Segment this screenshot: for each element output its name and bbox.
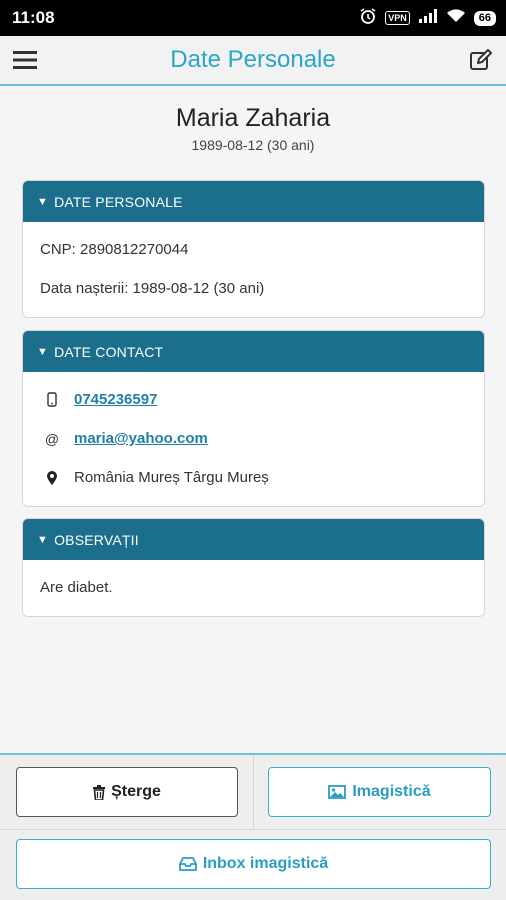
wifi-icon xyxy=(446,8,466,29)
imaging-button[interactable]: Imagistică xyxy=(268,767,491,817)
notes-text: Are diabet. xyxy=(40,579,113,596)
contact-card: ▼ DATE CONTACT 0745236597 @ maria@yahoo.… xyxy=(22,330,485,507)
inbox-imaging-button[interactable]: Inbox imagistică xyxy=(16,839,491,889)
notes-card: ▼ OBSERVAȚII Are diabet. xyxy=(22,518,485,617)
signal-icon xyxy=(418,8,438,29)
divider xyxy=(0,829,506,830)
status-icons: VPN 66 xyxy=(359,7,496,30)
imaging-button-label: Imagistică xyxy=(352,783,431,800)
notes-title: OBSERVAȚII xyxy=(54,531,139,548)
contact-title: DATE CONTACT xyxy=(54,343,164,360)
profile-header: Maria Zaharia 1989-08-12 (30 ani) xyxy=(0,86,506,182)
personal-data-header[interactable]: ▼ DATE PERSONALE xyxy=(23,181,484,222)
address-row: România Mureș Târgu Mureș xyxy=(23,458,484,497)
collapse-triangle-icon: ▼ xyxy=(37,533,49,546)
vpn-badge: VPN xyxy=(385,11,410,25)
battery-badge: 66 xyxy=(473,10,496,26)
image-icon xyxy=(328,785,347,799)
cnp-row: CNP: 2890812270044 xyxy=(40,241,189,258)
app-bar: Date Personale xyxy=(0,36,506,86)
phone-icon xyxy=(40,392,64,407)
email-row: @ maria@yahoo.com xyxy=(23,419,484,458)
address-text: România Mureș Târgu Mureș xyxy=(74,469,269,486)
collapse-triangle-icon: ▼ xyxy=(37,195,49,208)
menu-icon[interactable] xyxy=(12,47,38,73)
profile-dob: 1989-08-12 (30 ani) xyxy=(191,137,315,153)
location-pin-icon xyxy=(40,470,64,486)
trash-icon xyxy=(93,784,106,800)
personal-data-card: ▼ DATE PERSONALE CNP: 2890812270044 Data… xyxy=(22,180,485,318)
status-bar: 11:08 VPN 66 xyxy=(0,0,506,36)
email-link[interactable]: maria@yahoo.com xyxy=(74,430,208,447)
collapse-triangle-icon: ▼ xyxy=(37,345,49,358)
notes-header[interactable]: ▼ OBSERVAȚII xyxy=(23,519,484,560)
delete-button[interactable]: Șterge xyxy=(16,767,238,817)
inbox-imaging-button-label: Inbox imagistică xyxy=(202,855,329,872)
phone-link[interactable]: 0745236597 xyxy=(74,391,157,408)
contact-header[interactable]: ▼ DATE CONTACT xyxy=(23,331,484,372)
profile-name: Maria Zaharia xyxy=(175,104,331,132)
at-icon: @ xyxy=(44,430,60,447)
delete-button-label: Șterge xyxy=(111,783,161,800)
status-time: 11:08 xyxy=(12,8,55,27)
alarm-icon xyxy=(359,7,377,30)
page-title: Date Personale xyxy=(170,46,336,73)
inbox-icon xyxy=(178,857,197,871)
personal-data-title: DATE PERSONALE xyxy=(54,193,183,210)
bottom-action-bar: Șterge Imagistică Inbox imagistică xyxy=(0,753,506,900)
phone-row: 0745236597 xyxy=(23,380,484,419)
divider xyxy=(253,755,254,829)
birthdate-row: Data nașterii: 1989-08-12 (30 ani) xyxy=(40,280,265,297)
edit-icon[interactable] xyxy=(468,47,494,73)
